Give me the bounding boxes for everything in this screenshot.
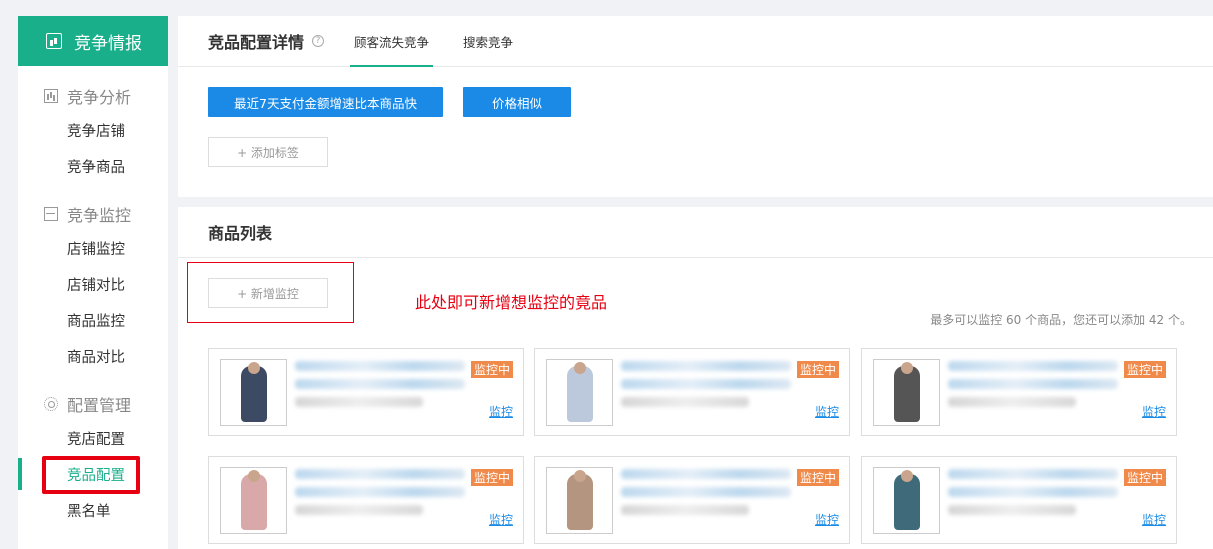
- product-figure: [241, 366, 267, 422]
- gear-icon: [44, 397, 58, 411]
- report-icon: [46, 33, 62, 49]
- product-thumbnail[interactable]: [546, 359, 613, 426]
- status-badge: 监控中: [796, 469, 839, 486]
- tag-button-similar-price[interactable]: 价格相似: [463, 87, 571, 117]
- status-badge: 监控中: [796, 361, 839, 378]
- product-card[interactable]: 监控中监控: [208, 456, 524, 544]
- monitor-link[interactable]: 监控: [815, 403, 839, 420]
- product-card[interactable]: 监控中监控: [534, 348, 850, 436]
- product-figure: [894, 474, 920, 530]
- product-figure: [567, 474, 593, 530]
- sidebar-item-blacklist[interactable]: 黑名单: [18, 492, 168, 528]
- sidebar-item-product-compare[interactable]: 商品对比: [18, 338, 168, 374]
- sidebar-group-title[interactable]: 竞争分析: [18, 80, 168, 112]
- sidebar-item-competitor-shops[interactable]: 竞争店铺: [18, 112, 168, 148]
- product-list-title: 商品列表: [178, 207, 1213, 258]
- monitor-link[interactable]: 监控: [489, 511, 513, 528]
- sidebar-header[interactable]: 竞争情报: [18, 16, 168, 66]
- product-thumbnail[interactable]: [546, 467, 613, 534]
- product-list-panel: 商品列表 + 新增监控 此处即可新增想监控的竟品 最多可以监控 60 个商品，您…: [178, 207, 1213, 549]
- product-info-blurred: [295, 361, 465, 415]
- pulse-icon: [44, 207, 58, 221]
- tag-button-growth[interactable]: 最近7天支付金额增速比本商品快: [208, 87, 443, 117]
- product-figure-head: [901, 470, 913, 482]
- sidebar-item-product-monitor[interactable]: 商品监控: [18, 302, 168, 338]
- product-info-blurred: [948, 361, 1118, 415]
- sidebar-item-competitor-products[interactable]: 竞争商品: [18, 148, 168, 184]
- sidebar-header-label: 竞争情报: [74, 33, 142, 54]
- product-thumbnail[interactable]: [873, 467, 940, 534]
- product-info-blurred: [948, 469, 1118, 523]
- config-panel: 竞品配置详情 ? 顾客流失竞争 搜索竞争 最近7天支付金额增速比本商品快 价格相…: [178, 16, 1213, 197]
- product-figure: [567, 366, 593, 422]
- product-info-blurred: [621, 469, 791, 523]
- product-figure: [894, 366, 920, 422]
- highlight-box-sidebar: [42, 456, 140, 494]
- product-thumbnail[interactable]: [220, 359, 287, 426]
- status-badge: 监控中: [1123, 469, 1166, 486]
- sidebar-group-analysis: 竞争分析 竞争店铺 竞争商品: [18, 80, 168, 184]
- status-badge: 监控中: [470, 361, 513, 378]
- product-figure: [241, 474, 267, 530]
- product-figure-head: [248, 470, 260, 482]
- sidebar-group-title[interactable]: 配置管理: [18, 388, 168, 420]
- product-card[interactable]: 监控中监控: [861, 456, 1177, 544]
- product-info-blurred: [621, 361, 791, 415]
- product-figure-head: [574, 362, 586, 374]
- product-card[interactable]: 监控中监控: [861, 348, 1177, 436]
- product-figure-head: [901, 362, 913, 374]
- bar-chart-icon: [44, 89, 58, 103]
- product-info-blurred: [295, 469, 465, 523]
- monitor-link[interactable]: 监控: [815, 511, 839, 528]
- tab-search-competition[interactable]: 搜索竞争: [459, 16, 517, 67]
- product-thumbnail[interactable]: [873, 359, 940, 426]
- add-tag-button[interactable]: + 添加标签: [208, 137, 328, 167]
- status-badge: 监控中: [470, 469, 513, 486]
- sidebar-group-monitor: 竞争监控 店铺监控 店铺对比 商品监控 商品对比: [18, 198, 168, 374]
- product-figure-head: [574, 470, 586, 482]
- product-card[interactable]: 监控中监控: [208, 348, 524, 436]
- sidebar-group-title[interactable]: 竞争监控: [18, 198, 168, 230]
- page-title: 竞品配置详情: [208, 33, 305, 52]
- monitor-link[interactable]: 监控: [1142, 511, 1166, 528]
- annotation-text: 此处即可新增想监控的竟品: [415, 293, 608, 312]
- monitor-link[interactable]: 监控: [1142, 403, 1166, 420]
- monitor-link[interactable]: 监控: [489, 403, 513, 420]
- sidebar-item-shop-config[interactable]: 竞店配置: [18, 420, 168, 456]
- add-monitor-button[interactable]: + 新增监控: [208, 278, 328, 308]
- sidebar-item-shop-compare[interactable]: 店铺对比: [18, 266, 168, 302]
- config-tabs: 竞品配置详情 ? 顾客流失竞争 搜索竞争: [178, 16, 1213, 67]
- help-icon[interactable]: ?: [312, 35, 325, 47]
- status-badge: 监控中: [1123, 361, 1166, 378]
- product-card[interactable]: 监控中监控: [534, 456, 850, 544]
- tab-customer-loss[interactable]: 顾客流失竞争: [350, 16, 434, 67]
- product-thumbnail[interactable]: [220, 467, 287, 534]
- sidebar-item-shop-monitor[interactable]: 店铺监控: [18, 230, 168, 266]
- monitor-limit-text: 最多可以监控 60 个商品，您还可以添加 42 个。: [930, 313, 1192, 327]
- product-figure-head: [248, 362, 260, 374]
